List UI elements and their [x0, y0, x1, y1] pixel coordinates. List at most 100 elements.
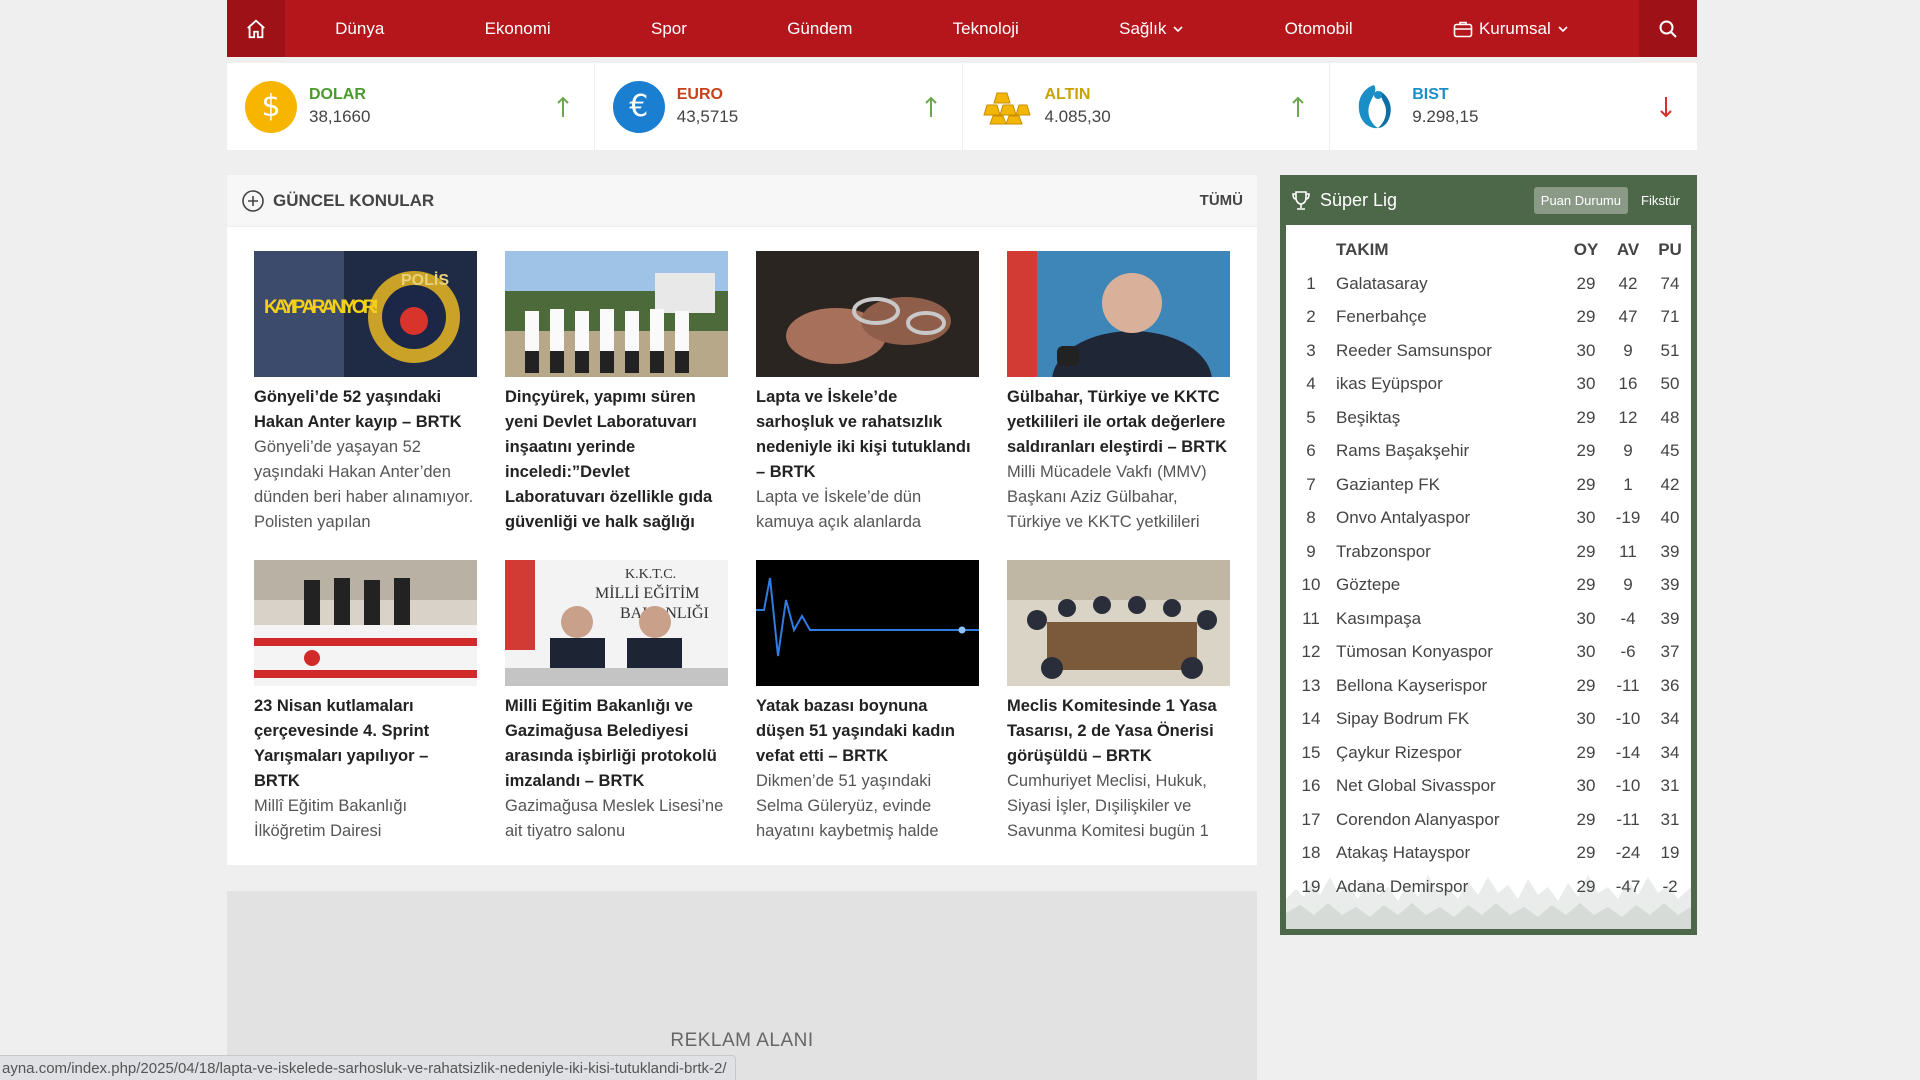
table-row[interactable]: 15 Çaykur Rizespor 29 -14 34 — [1286, 736, 1691, 770]
table-row[interactable]: 7 Gaziantep FK 29 1 42 — [1286, 468, 1691, 502]
nav-item-spor[interactable]: Spor — [651, 19, 687, 39]
row-played: 30 — [1576, 709, 1596, 729]
table-row[interactable]: 8 Onvo Antalyaspor 30 -19 40 — [1286, 502, 1691, 536]
row-points: 31 — [1660, 776, 1680, 796]
home-button[interactable] — [227, 0, 285, 57]
arrow-up-icon — [1292, 96, 1304, 117]
row-avg: -11 — [1616, 675, 1640, 695]
tab-puan-durumu[interactable]: Puan Durumu — [1533, 186, 1628, 214]
row-pos: 10 — [1301, 575, 1321, 595]
table-row[interactable]: 9 Trabzonspor 29 11 39 — [1286, 535, 1691, 569]
row-avg: -11 — [1616, 809, 1640, 829]
table-row[interactable]: 10 Göztepe 29 9 39 — [1286, 569, 1691, 603]
row-pos: 3 — [1306, 340, 1316, 360]
row-pos: 18 — [1301, 843, 1321, 863]
table-row[interactable]: 13 Bellona Kayserispor 29 -11 36 — [1286, 669, 1691, 703]
table-row[interactable]: 19 Adana Demirspor 29 -47 -2 — [1286, 870, 1691, 904]
ticker-altin[interactable]: ALTIN 4.085,30 — [963, 63, 1331, 150]
row-pos: 16 — [1301, 776, 1321, 796]
table-row[interactable]: 12 Tümosan Konyaspor 30 -6 37 — [1286, 636, 1691, 670]
arrow-up-icon — [924, 96, 937, 117]
table-row[interactable]: 17 Corendon Alanyaspor 29 -11 31 — [1286, 803, 1691, 837]
nav-item-otomobil[interactable]: Otomobil — [1285, 19, 1353, 39]
ticker-dolar[interactable]: $ DOLAR 38,1660 — [227, 63, 595, 150]
ticker-bist[interactable]: BIST 9.298,15 — [1330, 63, 1697, 150]
search-button[interactable] — [1639, 0, 1697, 57]
row-team: Sipay Bodrum FK — [1336, 709, 1470, 729]
news-card[interactable]: Yatak bazası boynuna düşen 51 yaşındaki … — [756, 560, 979, 855]
row-points: 31 — [1660, 809, 1680, 829]
row-avg: -6 — [1620, 642, 1636, 662]
nav-item-dunya[interactable]: Dünya — [335, 19, 384, 39]
table-row[interactable]: 5 Beşiktaş 29 12 48 — [1286, 401, 1691, 435]
news-title: GÜNCEL KONULAR — [241, 189, 434, 213]
main-nav: Dünya Ekonomi Spor Gündem Teknoloji Sağl… — [227, 0, 1697, 57]
news-card[interactable]: K.K.T.C. MİLLİ EĞİTİM BAKANLIĞI Milli Eğ… — [505, 560, 728, 855]
ticker-name: EURO — [676, 86, 723, 103]
news-image-protocol-signing[interactable]: K.K.T.C. MİLLİ EĞİTİM BAKANLIĞI — [505, 560, 728, 686]
standings-body: 1 Galatasaray 29 42 74 2 Fenerbahçe 29 47 71 3 Re… — [1286, 267, 1691, 904]
row-played: 29 — [1576, 441, 1596, 461]
news-title-text[interactable]: Yatak bazası boynuna düşen 51 yaşındaki … — [756, 694, 979, 769]
row-avg: -14 — [1615, 742, 1641, 762]
row-played: 29 — [1576, 474, 1596, 494]
news-image-laboratory-visit[interactable] — [505, 251, 728, 377]
row-points: 39 — [1660, 541, 1680, 561]
row-played: 30 — [1576, 374, 1596, 394]
row-pos: 5 — [1306, 407, 1316, 427]
news-card[interactable]: Dinçyürek, yapımı süren yeni Devlet Labo… — [505, 251, 728, 546]
nav-item-gundem[interactable]: Gündem — [787, 19, 852, 39]
nav-label: Ekonomi — [484, 18, 551, 38]
nav-item-kurumsal[interactable]: Kurumsal — [1453, 19, 1569, 39]
news-title-text[interactable]: Dinçyürek, yapımı süren yeni Devlet Labo… — [505, 385, 728, 535]
news-image-handcuffs[interactable] — [756, 251, 979, 377]
news-card[interactable]: Gülbahar, Türkiye ve KKTC yetkilileri il… — [1007, 251, 1230, 546]
news-card[interactable]: 23 Nisan kutlamaları çerçevesinde 4. Spr… — [254, 560, 477, 855]
table-row[interactable]: 2 Fenerbahçe 29 47 71 — [1286, 301, 1691, 335]
row-avg: 9 — [1623, 575, 1633, 595]
row-avg: 11 — [1619, 541, 1637, 561]
table-row[interactable]: 11 Kasımpaşa 30 -4 39 — [1286, 602, 1691, 636]
news-title-text[interactable]: Milli Eğitim Bakanlığı ve Gazimağusa Bel… — [505, 694, 728, 794]
table-row[interactable]: 14 Sipay Bodrum FK 30 -10 34 — [1286, 703, 1691, 737]
news-desc: Gazimağusa Meslek Lisesi’ne ait tiyatro … — [505, 797, 724, 840]
row-team: Galatasaray — [1336, 273, 1428, 293]
news-title-text[interactable]: Gönyeli’de 52 yaşındaki Hakan Anter kayı… — [254, 385, 477, 435]
table-row[interactable]: 1 Galatasaray 29 42 74 — [1286, 267, 1691, 301]
news-title-text[interactable]: 23 Nisan kutlamaları çerçevesinde 4. Spr… — [254, 694, 477, 794]
news-image-ceremony-stand[interactable] — [254, 560, 477, 686]
news-image-heartbeat-line[interactable] — [756, 560, 979, 686]
currency-tickers: $ DOLAR 38,1660 € EURO 43,5715 ALTIN 4.0… — [227, 63, 1697, 150]
news-image-committee-meeting[interactable] — [1007, 560, 1230, 686]
table-row[interactable]: 18 Atakaş Hatayspor 29 -24 19 — [1286, 837, 1691, 871]
row-team: Reeder Samsunspor — [1336, 340, 1492, 360]
nav-item-ekonomi[interactable]: Ekonomi — [485, 19, 551, 39]
news-image-missing-person[interactable]: POLİS KAYIP ARANIYOR! — [254, 251, 477, 377]
ticker-euro[interactable]: € EURO 43,5715 — [595, 63, 963, 150]
news-title-text[interactable]: Meclis Komitesinde 1 Yasa Tasarısı, 2 de… — [1007, 694, 1230, 769]
news-title-text[interactable]: Lapta ve İskele’de sarhoşluk ve rahatsız… — [756, 385, 979, 485]
tab-fikstur[interactable]: Fikstür — [1634, 187, 1687, 214]
row-team: Rams Başakşehir — [1336, 441, 1470, 461]
news-title-text[interactable]: Gülbahar, Türkiye ve KKTC yetkilileri il… — [1007, 385, 1230, 460]
table-row[interactable]: 4 ikas Eyüpspor 30 16 50 — [1286, 368, 1691, 402]
news-desc: Cumhuriyet Meclisi, Hukuk, Siyasi İşler,… — [1007, 772, 1209, 840]
row-pos: 4 — [1306, 374, 1316, 394]
row-pos: 13 — [1301, 675, 1321, 695]
news-image-speaker-portrait[interactable] — [1007, 251, 1230, 377]
row-team: Beşiktaş — [1336, 407, 1401, 427]
news-card[interactable]: Lapta ve İskele’de sarhoşluk ve rahatsız… — [756, 251, 979, 546]
ad-area[interactable]: REKLAM ALANI — [227, 891, 1257, 1080]
all-news-link[interactable]: TÜMÜ — [1200, 192, 1243, 209]
row-avg: 1 — [1623, 474, 1633, 494]
table-row[interactable]: 16 Net Global Sivasspor 30 -10 31 — [1286, 770, 1691, 804]
table-row[interactable]: 6 Rams Başakşehir 29 9 45 — [1286, 435, 1691, 469]
news-card[interactable]: POLİS KAYIP ARANIYOR! Gönyeli’de 52 yaşı… — [254, 251, 477, 546]
nav-item-saglik[interactable]: Sağlık — [1119, 19, 1184, 39]
svg-text:POLİS: POLİS — [401, 271, 449, 289]
row-team: Corendon Alanyaspor — [1336, 809, 1500, 829]
table-row[interactable]: 3 Reeder Samsunspor 30 9 51 — [1286, 334, 1691, 368]
dollar-icon: $ — [245, 80, 297, 133]
news-card[interactable]: Meclis Komitesinde 1 Yasa Tasarısı, 2 de… — [1007, 560, 1230, 855]
nav-item-teknoloji[interactable]: Teknoloji — [953, 19, 1019, 39]
